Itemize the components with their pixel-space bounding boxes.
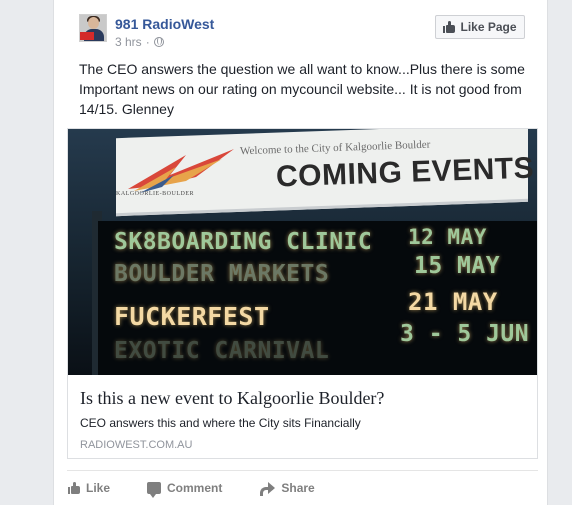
link-domain: RADIOWEST.COM.AU: [80, 439, 193, 451]
comment-label: Comment: [167, 481, 223, 495]
link-title[interactable]: Is this a new event to Kalgoorlie Boulde…: [80, 387, 525, 409]
thumbs-up-icon: [443, 21, 456, 33]
event-date: 21 MAY: [408, 288, 498, 316]
like-label: Like: [86, 481, 111, 495]
share-icon: [259, 482, 276, 496]
event-name: EXOTIC CARNIVAL: [114, 338, 330, 364]
comment-icon: [147, 482, 162, 498]
page-background-right: [549, 0, 572, 505]
action-bar: Like Comment Share: [67, 470, 538, 505]
sign-logo-caption: KALGOORLIE-BOULDER: [116, 191, 194, 197]
link-description: CEO answers this and where the City sits…: [80, 416, 361, 430]
link-photo[interactable]: Welcome to the City of Kalgoorlie Boulde…: [68, 129, 537, 375]
meta-separator: ·: [145, 35, 150, 49]
post-text: The CEO answers the question we all want…: [79, 61, 525, 117]
like-button[interactable]: Like: [67, 481, 110, 495]
globe-icon: [153, 37, 164, 47]
thumbs-up-icon: [68, 482, 80, 494]
like-page-button[interactable]: Like Page: [435, 15, 525, 39]
like-page-label: Like Page: [460, 20, 517, 34]
event-name: SK8BOARDING CLINIC: [114, 229, 373, 255]
event-date: 15 MAY: [414, 253, 501, 279]
event-date: 3 - 5 JUN: [400, 321, 530, 347]
post-meta: 3 hrs ·: [115, 35, 164, 49]
event-name: FUCKERFEST: [114, 302, 270, 331]
comment-button[interactable]: Comment: [146, 481, 223, 498]
post-timestamp[interactable]: 3 hrs: [115, 35, 142, 49]
page-avatar[interactable]: [79, 14, 107, 42]
page-name-link[interactable]: 981 RadioWest: [115, 16, 214, 32]
city-logo-icon: [128, 149, 234, 193]
link-attachment[interactable]: Welcome to the City of Kalgoorlie Boulde…: [67, 128, 538, 459]
share-label: Share: [281, 481, 315, 495]
link-body[interactable]: Is this a new event to Kalgoorlie Boulde…: [68, 375, 537, 458]
post-card: 981 RadioWest 3 hrs · Like Page The CEO …: [53, 0, 548, 505]
share-button[interactable]: Share: [258, 481, 315, 496]
page-background-left: [0, 0, 52, 505]
event-name: BOULDER MARKETS: [114, 261, 330, 287]
event-date: 12 MAY: [408, 225, 487, 249]
